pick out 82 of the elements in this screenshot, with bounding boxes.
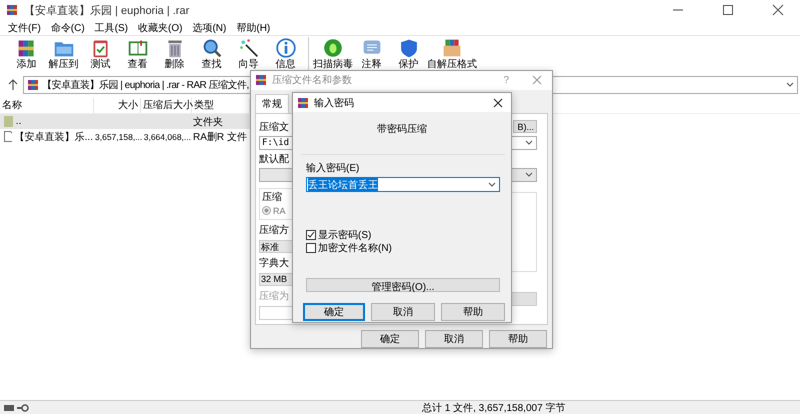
drive-icon — [4, 404, 14, 410]
dialog-button[interactable]: 帮助 — [441, 303, 505, 321]
toolbar-button[interactable]: 注释 — [353, 37, 390, 70]
bug-icon — [324, 39, 342, 57]
comment-icon — [363, 40, 380, 54]
dialog-button[interactable]: 确定 — [361, 330, 419, 348]
toolbar-button[interactable]: 信息 — [267, 37, 304, 70]
toolbar-button[interactable]: 自解压格式 — [427, 37, 477, 70]
menu-item[interactable]: 帮助(H) — [232, 20, 274, 34]
column-header[interactable]: 名称 — [0, 98, 94, 113]
chevron-down-icon[interactable] — [525, 172, 533, 178]
field-label: 输入密码(E) — [306, 162, 360, 175]
close-icon[interactable] — [772, 4, 784, 16]
field-label: 默认配 — [259, 152, 289, 166]
field-label: 字典大 — [259, 256, 289, 270]
manage-passwords-button[interactable]: 管理密码(O)... — [306, 278, 500, 292]
toolbar-button[interactable]: 删除 — [156, 37, 193, 70]
toolbar-button[interactable]: 添加 — [8, 37, 45, 70]
password-field[interactable]: 丢王论坛首丢王 — [306, 177, 500, 192]
type-cell-text: RA删R 文件 — [192, 130, 248, 144]
option-button[interactable] — [511, 292, 537, 306]
search-icon — [203, 40, 221, 58]
toolbar-button[interactable]: 扫描病毒 — [313, 37, 353, 70]
toolbar-button[interactable]: 查找 — [193, 37, 230, 70]
trash-icon — [168, 40, 182, 58]
menu-item[interactable]: 文件(F) — [4, 20, 45, 34]
folder-icon — [4, 116, 13, 127]
browse-button[interactable]: B)... — [513, 120, 537, 133]
dialog-button[interactable]: 帮助 — [489, 330, 547, 348]
chevron-down-icon[interactable] — [488, 182, 496, 188]
file-name: .. — [14, 116, 22, 127]
radio-icon[interactable] — [262, 206, 271, 215]
toolbar-button[interactable]: 测试 — [82, 37, 119, 70]
type-cell-text: 文件夹 — [192, 116, 224, 128]
menu-item[interactable]: 选项(N) — [188, 20, 230, 34]
up-arrow-icon[interactable] — [8, 79, 18, 91]
tab[interactable]: 常规 — [255, 94, 289, 112]
checkbox[interactable]: 显示密码(S) — [306, 228, 500, 241]
clipboard-icon — [93, 40, 108, 58]
dialog-heading: 带密码压缩 — [376, 122, 428, 136]
menu-item[interactable]: 工具(S) — [90, 20, 132, 34]
file-name: 【安卓直装】乐... — [14, 130, 94, 144]
archive-icon — [27, 79, 39, 91]
close-icon[interactable] — [493, 98, 503, 108]
archive-icon — [297, 96, 309, 108]
packed-size-cell-text: 3,664,068,... — [142, 132, 192, 142]
books-icon — [18, 40, 34, 56]
column-header[interactable]: 压缩后大小 — [141, 98, 192, 113]
app-icon — [6, 4, 18, 16]
check-icon — [307, 230, 315, 238]
maximize-icon[interactable] — [722, 4, 734, 16]
toolbar-button[interactable]: 查看 — [119, 37, 156, 70]
field-label: 压缩文 — [259, 120, 289, 134]
book-icon — [128, 40, 147, 56]
group-label: 压缩 — [262, 190, 282, 204]
key-icon — [17, 404, 29, 412]
dialog-button[interactable]: 取消 — [425, 330, 483, 348]
status-text: 总计 1 文件, 3,657,158,007 字节 — [422, 402, 566, 414]
field-label: 压缩方 — [259, 224, 289, 236]
menu-item[interactable]: 收藏夹(O) — [134, 20, 186, 34]
wand-icon — [240, 39, 258, 57]
toolbar-button[interactable]: 向导 — [230, 37, 267, 70]
column-header[interactable]: 大小 — [94, 98, 141, 113]
size-cell: 3,657,158,... — [94, 132, 141, 142]
file-icon — [4, 131, 12, 142]
dialog-title: 输入密码 — [314, 96, 355, 110]
folder-icon — [54, 42, 73, 56]
info-icon — [276, 38, 296, 58]
dialog-button[interactable]: 取消 — [371, 303, 435, 321]
shield-icon — [400, 40, 416, 58]
field-label: 压缩为 — [259, 290, 289, 302]
archive-icon — [255, 74, 267, 86]
format-radio[interactable]: RA — [262, 206, 286, 216]
toolbar-button[interactable]: 解压到 — [45, 37, 82, 70]
window-title: 【安卓直装】乐园 | euphoria | .rar — [24, 4, 190, 18]
dialog-title: 压缩文件名和参数 — [272, 74, 353, 88]
menu-item[interactable]: 命令(C) — [46, 20, 89, 34]
toolbar-button[interactable]: 保护 — [390, 37, 427, 70]
box-icon — [444, 40, 460, 56]
dialog-button[interactable]: 确定 — [303, 303, 365, 321]
chevron-down-icon[interactable] — [525, 140, 533, 146]
chevron-down-icon[interactable] — [786, 82, 794, 88]
